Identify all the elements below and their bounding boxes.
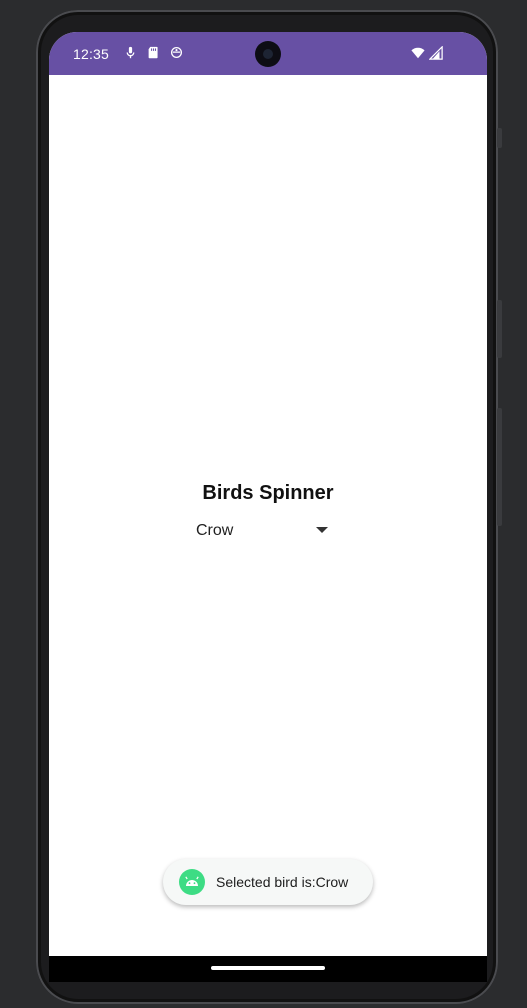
wifi-icon <box>411 46 425 60</box>
toast-message: Selected bird is:Crow <box>216 874 349 890</box>
power-button[interactable] <box>497 300 502 358</box>
status-bar: 12:35 <box>49 32 487 75</box>
android-icon <box>179 869 205 895</box>
toast: Selected bird is:Crow <box>163 859 373 905</box>
birds-spinner[interactable]: Crow <box>189 517 337 545</box>
face-icon <box>170 46 183 59</box>
camera-key <box>497 128 502 148</box>
status-time: 12:35 <box>73 46 110 62</box>
front-camera <box>255 41 281 67</box>
page-title: Birds Spinner <box>202 482 334 504</box>
status-icons-right <box>411 46 443 60</box>
volume-button[interactable] <box>497 408 502 526</box>
mic-icon <box>124 46 137 59</box>
spinner-selected-value: Crow <box>196 522 234 539</box>
dropdown-arrow-icon <box>316 527 328 533</box>
phone-screen: 12:35 Birds Spinner Crow Selected bird i… <box>49 32 487 982</box>
signal-icon <box>429 46 443 60</box>
emulator-background: 12:35 Birds Spinner Crow Selected bird i… <box>0 0 527 1008</box>
home-gesture-handle[interactable] <box>211 966 325 970</box>
sd-card-icon <box>147 46 160 59</box>
status-icons-left <box>124 46 183 59</box>
navigation-bar <box>49 956 487 982</box>
